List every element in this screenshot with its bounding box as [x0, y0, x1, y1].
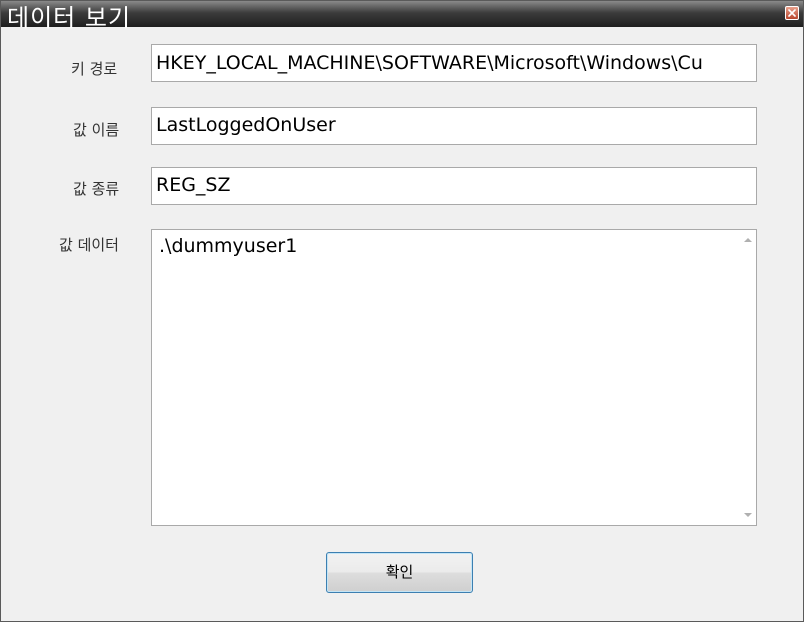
value-data-text: .\dummyuser1: [159, 235, 298, 257]
value-type-label: 값 종류: [73, 180, 120, 198]
view-data-dialog: 데이터 보기 키 경로 HKEY_LOCAL_MACHINE\SOFTWARE\…: [0, 0, 804, 622]
window-title: 데이터 보기: [7, 4, 132, 32]
value-type-field[interactable]: REG_SZ: [151, 167, 757, 205]
value-data-textarea[interactable]: .\dummyuser1: [151, 229, 757, 526]
value-name-label: 값 이름: [73, 121, 120, 139]
vertical-scrollbar[interactable]: [739, 230, 756, 525]
key-path-label: 키 경로: [71, 60, 118, 78]
value-name-field[interactable]: LastLoggedOnUser: [151, 107, 757, 145]
key-path-field[interactable]: HKEY_LOCAL_MACHINE\SOFTWARE\Microsoft\Wi…: [151, 44, 757, 82]
value-data-label: 값 데이터: [59, 236, 119, 254]
scroll-up-arrow-icon[interactable]: [744, 238, 752, 242]
scroll-down-arrow-icon[interactable]: [744, 513, 752, 517]
close-button[interactable]: [785, 6, 799, 20]
ok-button[interactable]: 확인: [326, 552, 473, 593]
close-icon: [788, 9, 796, 17]
title-bar[interactable]: 데이터 보기: [1, 1, 803, 32]
